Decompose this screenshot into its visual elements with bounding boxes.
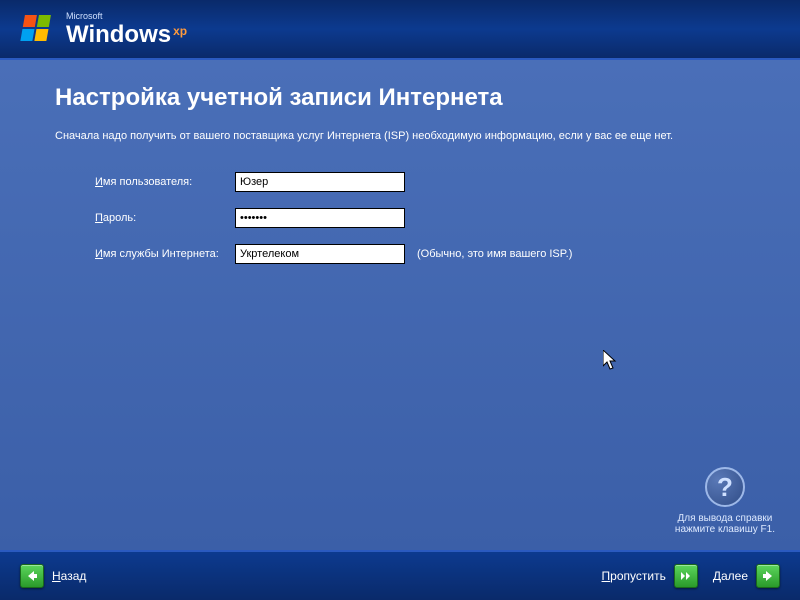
edition-label: xp (173, 25, 187, 37)
username-row: Имя пользователя: (95, 172, 745, 192)
arrow-right-icon (756, 564, 780, 588)
skip-button[interactable]: Пропустить (602, 564, 698, 588)
password-row: Пароль: (95, 208, 745, 228)
isp-row: Имя службы Интернета: (Обычно, это имя в… (95, 244, 745, 264)
page-title: Настройка учетной записи Интернета (55, 84, 745, 112)
back-button[interactable]: Назад (20, 564, 86, 588)
fast-forward-icon (674, 564, 698, 588)
cursor-icon (603, 350, 619, 372)
header: Microsoft Windowsxp (0, 0, 800, 60)
next-button[interactable]: Далее (713, 564, 780, 588)
password-label: Пароль: (95, 212, 235, 224)
help-icon[interactable]: ? (705, 467, 745, 507)
isp-label: Имя службы Интернета: (95, 248, 235, 260)
username-input[interactable] (235, 172, 405, 192)
account-form: Имя пользователя: Пароль: Имя службы Инт… (95, 172, 745, 264)
help-block: ? Для вывода справки нажмите клавишу F1. (675, 467, 775, 535)
arrow-left-icon (20, 564, 44, 588)
password-input[interactable] (235, 208, 405, 228)
page-subtitle: Сначала надо получить от вашего поставщи… (55, 130, 745, 142)
help-line1: Для вывода справки (675, 513, 775, 524)
footer: Назад Пропустить Далее (0, 550, 800, 600)
username-label: Имя пользователя: (95, 176, 235, 188)
product-name: Windowsxp (66, 23, 187, 47)
ms-label: Microsoft (66, 12, 187, 21)
isp-input[interactable] (235, 244, 405, 264)
product-title-block: Microsoft Windowsxp (66, 12, 187, 47)
isp-hint: (Обычно, это имя вашего ISP.) (417, 248, 572, 260)
content-area: Настройка учетной записи Интернета Снача… (0, 60, 800, 550)
windows-flag-icon (18, 9, 58, 49)
help-line2: нажмите клавишу F1. (675, 524, 775, 535)
